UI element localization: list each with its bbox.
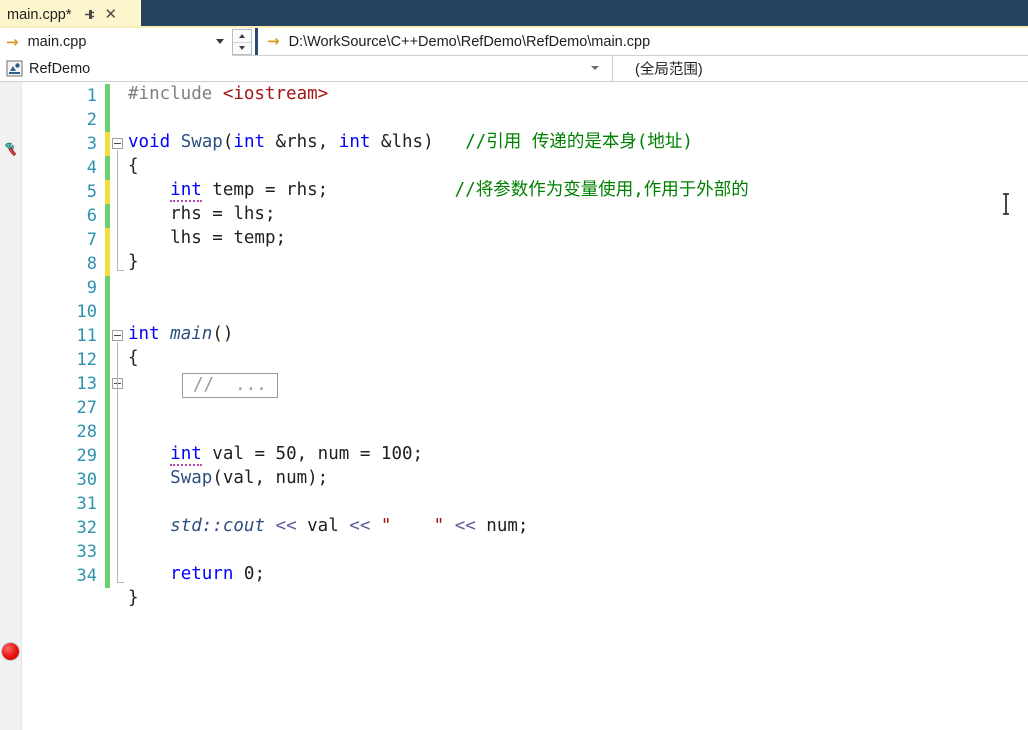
- outlining-margin[interactable]: [110, 82, 128, 730]
- code-line-12: {: [128, 348, 139, 368]
- code-line-8: }: [128, 252, 139, 272]
- line-number: 1: [86, 86, 97, 106]
- outline-end-tick: [117, 270, 124, 271]
- line-number: 13: [76, 374, 97, 394]
- file-path-display[interactable]: → D:\WorkSource\C++Demo\RefDemo\RefDemo\…: [258, 28, 1028, 55]
- chevron-down-icon[interactable]: [216, 39, 224, 44]
- navigation-stepper[interactable]: [232, 29, 252, 55]
- collapse-region-icon[interactable]: [112, 138, 123, 149]
- file-path-value: D:\WorkSource\C++Demo\RefDemo\RefDemo\ma…: [288, 33, 651, 50]
- outline-guide-line: [117, 342, 118, 582]
- code-line-3: void Swap(int &rhs, int &lhs) //引用 传递的是本…: [128, 132, 693, 152]
- line-number: 28: [76, 422, 97, 442]
- code-line-34: }: [128, 588, 139, 608]
- code-line-1: #include <iostream>: [128, 84, 329, 104]
- scope-bar: RefDemo (全局范围): [0, 56, 1028, 82]
- line-number: 34: [76, 566, 97, 586]
- outline-end-tick: [117, 582, 124, 583]
- chevron-down-icon[interactable]: [591, 66, 599, 70]
- glyph-margin[interactable]: [0, 82, 22, 730]
- project-name: RefDemo: [29, 60, 91, 77]
- text-ibeam-cursor: [999, 192, 1013, 221]
- code-line-5: int temp = rhs; //将参数作为变量使用,作用于外部的: [170, 180, 749, 202]
- line-number: 30: [76, 470, 97, 490]
- code-line-29: Swap(val, num);: [170, 468, 329, 488]
- scope-value: (全局范围): [635, 62, 703, 78]
- line-number: 2: [86, 110, 97, 130]
- line-number: 5: [86, 182, 97, 202]
- tab-main-cpp[interactable]: main.cpp* ✕: [0, 0, 141, 28]
- line-number: 33: [76, 542, 97, 562]
- code-line-33: return 0;: [170, 564, 266, 584]
- tab-strip-background: [141, 0, 1028, 28]
- project-icon: [6, 60, 23, 77]
- arrow-right-icon: →: [267, 32, 280, 50]
- line-number: 27: [76, 398, 97, 418]
- file-dropdown[interactable]: → main.cpp: [0, 28, 232, 56]
- arrow-right-icon: →: [6, 32, 19, 51]
- file-dropdown-value: main.cpp: [27, 34, 87, 50]
- code-editor[interactable]: 1 2 3 4 5 6 7 8 9 10 11 12 13 27 28 29 30 31 32 33 34 #inclu…: [0, 82, 1028, 730]
- line-number: 12: [76, 350, 97, 370]
- line-number: 11: [76, 326, 97, 346]
- code-line-31: std::cout << val << " " << num;: [170, 516, 529, 536]
- scope-dropdown[interactable]: (全局范围): [613, 56, 1028, 81]
- spin-up-icon[interactable]: [233, 30, 251, 42]
- tab-label: main.cpp*: [7, 6, 72, 23]
- line-number: 8: [86, 254, 97, 274]
- breakpoint-icon[interactable]: [2, 643, 19, 660]
- build-hammer-icon[interactable]: [3, 140, 21, 163]
- line-number: 32: [76, 518, 97, 538]
- pin-icon[interactable]: [81, 7, 97, 23]
- line-number: 6: [86, 206, 97, 226]
- code-line-7: lhs = temp;: [128, 228, 287, 248]
- line-number: 9: [86, 278, 97, 298]
- project-dropdown[interactable]: RefDemo: [0, 56, 613, 81]
- code-line-4: {: [128, 156, 139, 176]
- line-number: 4: [86, 158, 97, 178]
- line-number-gutter: 1 2 3 4 5 6 7 8 9 10 11 12 13 27 28 29 30 31 32 33 34: [22, 82, 105, 730]
- outline-guide-line: [117, 150, 118, 270]
- code-line-28: int val = 50, num = 100;: [170, 444, 424, 466]
- code-text-area[interactable]: #include <iostream> void Swap(int &rhs, …: [128, 82, 1028, 730]
- tab-strip: main.cpp* ✕: [0, 0, 1028, 28]
- glyph-margin-divider: [21, 82, 22, 730]
- spin-down-icon[interactable]: [233, 41, 251, 55]
- line-number: 10: [76, 302, 97, 322]
- line-number: 7: [86, 230, 97, 250]
- code-line-11: int main(): [128, 324, 234, 344]
- navigation-bar: → main.cpp → D:\WorkSource\C++Demo\RefDe…: [0, 28, 1028, 56]
- code-line-6: rhs = lhs;: [128, 204, 276, 224]
- close-icon[interactable]: ✕: [104, 7, 117, 22]
- collapse-region-icon[interactable]: [112, 330, 123, 341]
- collapsed-region[interactable]: // ...: [182, 373, 278, 398]
- line-number: 29: [76, 446, 97, 466]
- line-number: 3: [86, 134, 97, 154]
- line-number: 31: [76, 494, 97, 514]
